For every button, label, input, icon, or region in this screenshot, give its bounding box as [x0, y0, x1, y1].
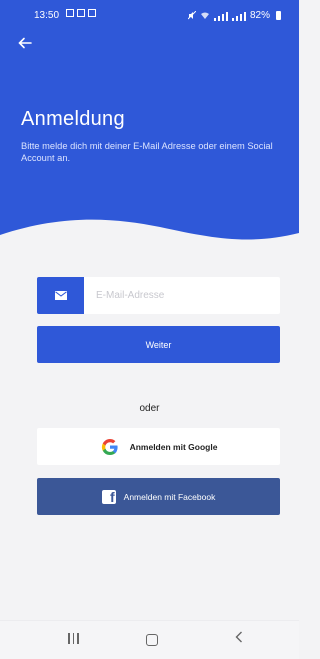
email-field-row: [37, 277, 280, 314]
status-bar: 13:50 82%: [0, 0, 299, 26]
status-left-icons: [66, 9, 96, 17]
continue-button-label: Weiter: [145, 339, 172, 350]
mute-icon: [187, 11, 196, 20]
separator-text: oder: [139, 403, 160, 414]
google-icon: [101, 438, 118, 455]
facebook-login-button[interactable]: f Anmelden mit Facebook: [37, 478, 280, 515]
signal-icon: [231, 11, 246, 21]
continue-button[interactable]: Weiter: [37, 326, 280, 363]
back-button[interactable]: [18, 36, 38, 54]
google-login-button[interactable]: Anmelden mit Google: [37, 428, 280, 465]
notification-icon: [77, 9, 85, 17]
google-login-label: Anmelden mit Google: [129, 441, 218, 452]
system-navbar: [0, 620, 299, 659]
battery-icon: [276, 11, 281, 20]
page-subtitle: Bitte melde dich mit deiner E-Mail Adres…: [21, 141, 273, 163]
home-icon[interactable]: [146, 634, 158, 646]
notification-icon: [88, 9, 96, 17]
mail-icon: [54, 291, 67, 300]
wifi-icon: [200, 12, 209, 19]
gallery-icon: [66, 9, 74, 17]
facebook-icon: f: [101, 489, 116, 504]
status-time: 13:50: [34, 10, 60, 21]
facebook-login-label: Anmelden mit Facebook: [123, 491, 216, 502]
back-icon[interactable]: [235, 630, 243, 646]
arrow-left-icon: [18, 37, 32, 49]
page-title: Anmeldung: [21, 108, 125, 130]
header-wave: [0, 219, 299, 265]
recent-apps-icon[interactable]: [68, 633, 79, 644]
status-right: 82%: [187, 10, 281, 21]
battery-percent: 82%: [249, 10, 270, 21]
signal-icon: [213, 11, 228, 21]
email-input[interactable]: [84, 277, 280, 314]
mail-icon-box: [37, 277, 84, 314]
